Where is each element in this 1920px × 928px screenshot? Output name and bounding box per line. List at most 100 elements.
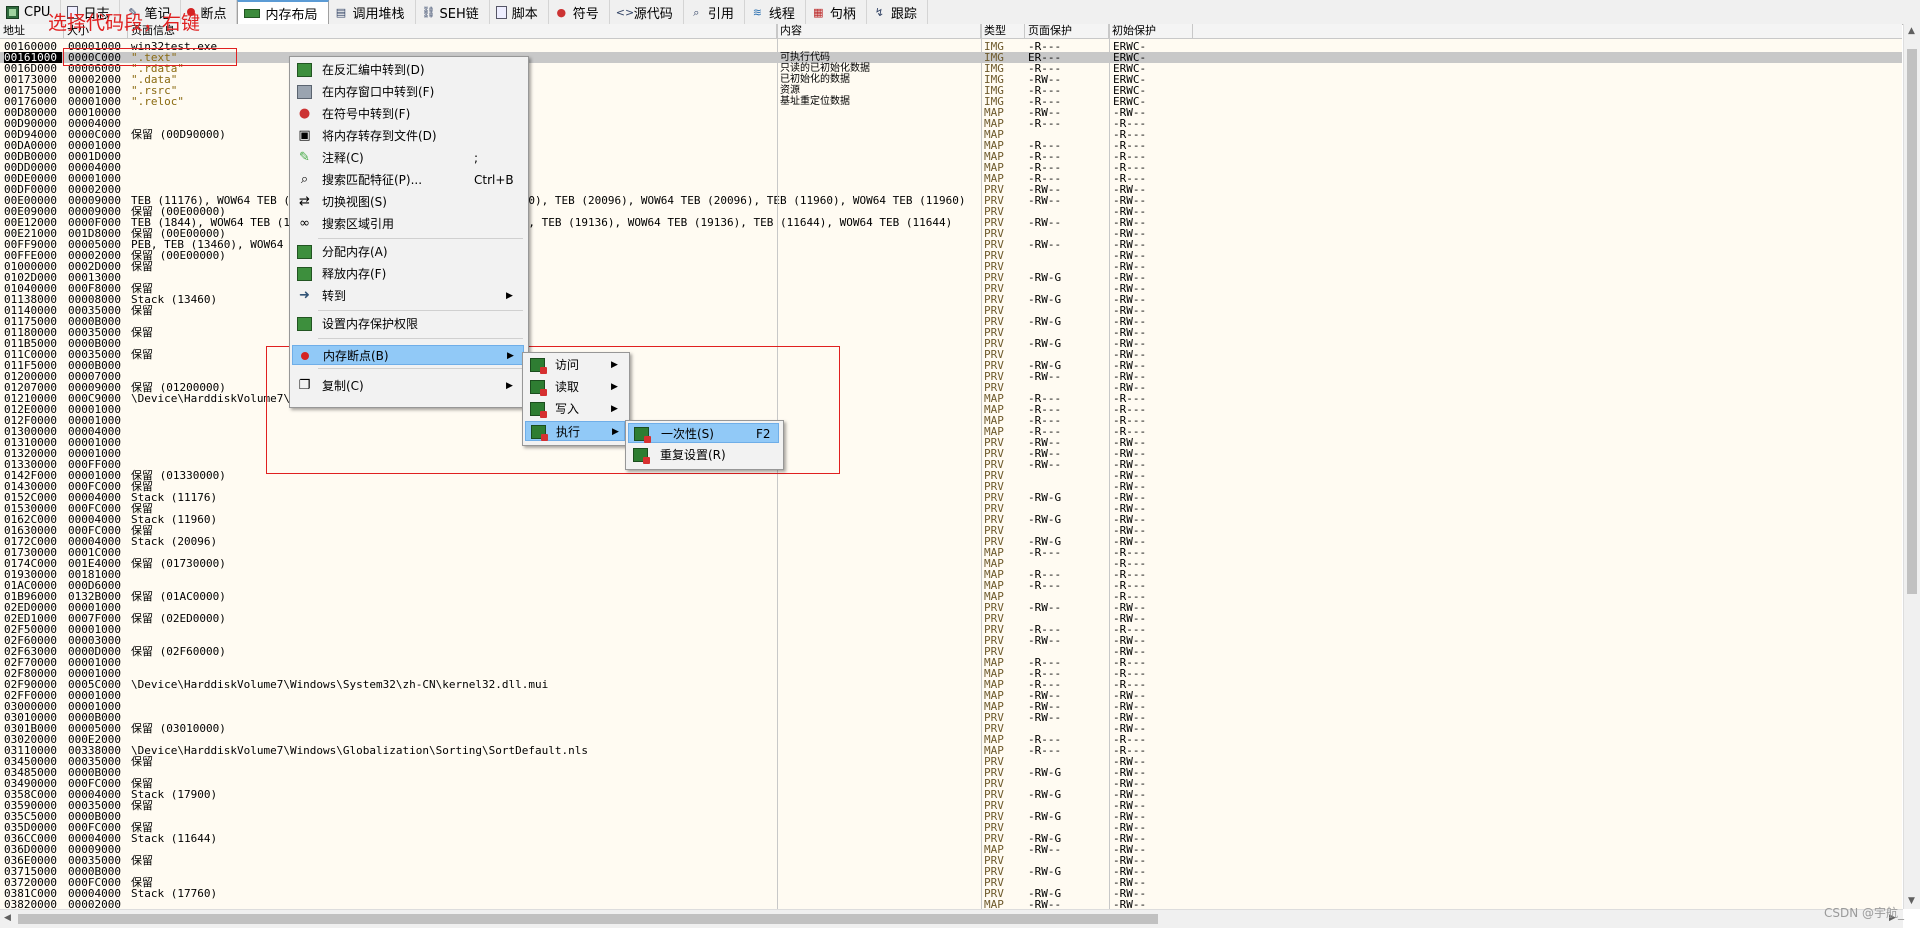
menu-find-pattern[interactable]: ⌕ 搜索匹配特征(P)... Ctrl+B	[292, 170, 524, 190]
scroll-up-icon[interactable]: ▲	[1908, 26, 1915, 36]
table-row[interactable]: 01530000 000FC000 保留 PRV -RW--	[0, 503, 1902, 514]
menu-comment[interactable]: ✎ 注释(C);	[292, 148, 524, 168]
table-row[interactable]: 035C5000 0000B000 PRV -RW-G -RW--	[0, 811, 1902, 822]
table-row[interactable]: 00176000 00001000 ".reloc" 基址重定位数据 IMG -R--- E…	[0, 96, 1902, 107]
table-row[interactable]: 01180000 00035000 保留 PRV -RW--	[0, 327, 1902, 338]
table-row[interactable]: 01040000 000F8000 保留 PRV -RW--	[0, 283, 1902, 294]
table-row[interactable]: 0358C000 00004000 Stack (17900) PRV -RW-G -RW…	[0, 789, 1902, 800]
table-row[interactable]: 036D0000 00009000 MAP -RW-- -RW--	[0, 844, 1902, 855]
horizontal-scrollbar[interactable]: ◀ ▶	[0, 909, 1903, 928]
tab-script[interactable]: 脚本	[490, 0, 549, 24]
tab-seh-chain[interactable]: ⛓ SEH链	[416, 0, 490, 24]
col-info-header[interactable]: 页面信息	[128, 24, 777, 38]
table-row[interactable]: 0152C000 00004000 Stack (11176) PRV -RW-G -RW…	[0, 492, 1902, 503]
table-row[interactable]: 02F63000 0000D000 保留 (02F60000) PRV -RW--	[0, 646, 1902, 657]
menu-bp-execute[interactable]: 执行 ▶	[525, 421, 625, 441]
table-row[interactable]: 00FF9000 00005000 PEB, TEB (13460), WOW64 …	[0, 239, 1902, 250]
table-row[interactable]: 01B96000 0132B000 保留 (01AC0000) MAP -R---	[0, 591, 1902, 602]
table-row[interactable]: 0172C000 00004000 Stack (20096) PRV -RW-G -RW…	[0, 536, 1902, 547]
table-row[interactable]: 03715000 0000B000 PRV -RW-G -RW--	[0, 866, 1902, 877]
table-row[interactable]: 01138000 00008000 Stack (13460) PRV -RW-G -RW…	[0, 294, 1902, 305]
tab-trace[interactable]: ↯ 跟踪	[867, 0, 928, 24]
table-row[interactable]: 01175000 0000B000 PRV -RW-G -RW--	[0, 316, 1902, 327]
table-row[interactable]: 00D94000 0000C000 保留 (00D90000) MAP -R---	[0, 129, 1902, 140]
table-row[interactable]: 03485000 0000B000 PRV -RW-G -RW--	[0, 767, 1902, 778]
col-initial-protection-header[interactable]: 初始保护	[1109, 24, 1193, 38]
vertical-scroll-thumb[interactable]	[1907, 49, 1917, 594]
menu-bp-access[interactable]: 访问 ▶	[525, 355, 625, 375]
menu-goto[interactable]: ➜ 转到 ▶	[292, 286, 524, 306]
table-row[interactable]: 02F50000 00001000 PRV -R--- -R---	[0, 624, 1902, 635]
menu-find-references[interactable]: ∞ 搜索区域引用	[292, 214, 524, 234]
tab-memory-map[interactable]: 内存布局	[237, 0, 329, 24]
table-row[interactable]: 03450000 00035000 保留 PRV -RW--	[0, 756, 1902, 767]
table-row[interactable]: 03490000 000FC000 保留 PRV -RW--	[0, 778, 1902, 789]
table-row[interactable]: 036CC000 00004000 Stack (11644) PRV -RW-G -RW…	[0, 833, 1902, 844]
menu-bp-execute-once[interactable]: 一次性(S) F2	[628, 423, 779, 443]
menu-free-memory[interactable]: 释放内存(F)	[292, 264, 524, 284]
table-row[interactable]: 00175000 00001000 ".rsrc" 资源 IMG -R--- ERWC-	[0, 85, 1902, 96]
memory-map-table[interactable]: 00160000 00001000 win32test.exe IMG -R--- ERW…	[0, 39, 1902, 909]
scroll-down-icon[interactable]: ▼	[1908, 896, 1915, 906]
table-row[interactable]: 03010000 0000B000 PRV -RW-- -RW--	[0, 712, 1902, 723]
col-content-header[interactable]: 内容	[777, 24, 981, 38]
table-row[interactable]: 0381C000 00004000 Stack (17760) PRV -RW-G -RW…	[0, 888, 1902, 899]
table-row[interactable]: 036E0000 00035000 保留 PRV -RW--	[0, 855, 1902, 866]
table-row[interactable]: 01930000 00181000 MAP -R--- -R---	[0, 569, 1902, 580]
table-row[interactable]: 02ED1000 0007F000 保留 (02ED0000) PRV -RW--	[0, 613, 1902, 624]
horizontal-scroll-thumb[interactable]	[18, 914, 1158, 924]
scroll-left-icon[interactable]: ◀	[4, 913, 11, 923]
table-row[interactable]: 0174C000 001E4000 保留 (01730000) MAP -R---	[0, 558, 1902, 569]
col-type-header[interactable]: 类型	[981, 24, 1025, 38]
menu-goto-symbols[interactable]: ● 在符号中转到(F)	[292, 104, 524, 124]
table-row[interactable]: 035D0000 000FC000 保留 PRV -RW--	[0, 822, 1902, 833]
menu-switch-view[interactable]: ⇄ 切换视图(S)	[292, 192, 524, 212]
menu-bp-write[interactable]: 写入 ▶	[525, 399, 625, 419]
table-row[interactable]: 00161000 0000C000 ".text" 可执行代码 IMG ER--- ERWC…	[0, 52, 1902, 63]
table-row[interactable]: 00DB0000 0001D000 MAP -R--- -R---	[0, 151, 1902, 162]
table-row[interactable]: 02ED0000 00001000 PRV -RW-- -RW--	[0, 602, 1902, 613]
menu-allocate-memory[interactable]: 分配内存(A)	[292, 242, 524, 262]
table-row[interactable]: 02F90000 0005C000 \Device\HarddiskVolume7\…	[0, 679, 1902, 690]
table-row[interactable]: 03720000 000FC000 保留 PRV -RW--	[0, 877, 1902, 888]
table-row[interactable]: 03590000 00035000 保留 PRV -RW--	[0, 800, 1902, 811]
tab-references[interactable]: ⌕ 引用	[684, 0, 745, 24]
tab-symbols[interactable]: ● 符号	[549, 0, 610, 24]
menu-bp-read[interactable]: 读取 ▶	[525, 377, 625, 397]
menu-memory-breakpoint[interactable]: 内存断点(B) ▶	[292, 345, 524, 365]
table-row[interactable]: 00DD0000 00004000 MAP -R--- -R---	[0, 162, 1902, 173]
table-row[interactable]: 02F70000 00001000 MAP -R--- -R---	[0, 657, 1902, 668]
col-protection-header[interactable]: 页面保护	[1025, 24, 1109, 38]
table-row[interactable]: 01730000 0001C000 MAP -R--- -R---	[0, 547, 1902, 558]
table-row[interactable]: 03000000 00001000 MAP -RW-- -RW--	[0, 701, 1902, 712]
table-row[interactable]: 0301B000 00005000 保留 (03010000) PRV -RW--	[0, 723, 1902, 734]
tab-source[interactable]: <> 源代码	[610, 0, 684, 24]
table-row[interactable]: 03820000 00002000 MAP -RW-- -RW--	[0, 899, 1902, 909]
tab-handles[interactable]: ▦ 句柄	[806, 0, 867, 24]
table-row[interactable]: 00FFE000 00002000 保留 (00E00000) PRV -RW--	[0, 250, 1902, 261]
table-row[interactable]: 0162C000 00004000 Stack (11960) PRV -RW-G -RW…	[0, 514, 1902, 525]
tab-threads[interactable]: ≋ 线程	[745, 0, 806, 24]
table-row[interactable]: 01630000 000FC000 保留 PRV -RW--	[0, 525, 1902, 536]
table-row[interactable]: 00173000 00002000 ".data" 已初始化的数据 IMG -RW-- ER…	[0, 74, 1902, 85]
table-row[interactable]: 00D90000 00004000 MAP -R--- -R---	[0, 118, 1902, 129]
tab-call-stack[interactable]: ▤ 调用堆栈	[329, 0, 416, 24]
table-row[interactable]: 00DE0000 00001000 MAP -R--- -R---	[0, 173, 1902, 184]
table-row[interactable]: 0102D000 00013000 PRV -RW-G -RW--	[0, 272, 1902, 283]
table-row[interactable]: 00E00000 00009000 TEB (11176), WOW64 TEB (…	[0, 195, 1902, 206]
table-row[interactable]: 00160000 00001000 win32test.exe IMG -R--- ERW…	[0, 41, 1902, 52]
table-row[interactable]: 00E12000 0000F000 TEB (1844), WOW64 TEB (1…	[0, 217, 1902, 228]
table-row[interactable]: 00D80000 00010000 MAP -RW-- -RW--	[0, 107, 1902, 118]
menu-dump-to-file[interactable]: ▣ 将内存转存到文件(D)	[292, 126, 524, 146]
vertical-scrollbar[interactable]: ▲ ▼	[1903, 24, 1920, 909]
table-row[interactable]: 03110000 00338000 \Device\HarddiskVolume7\…	[0, 745, 1902, 756]
table-row[interactable]: 01000000 0002D000 保留 PRV -RW--	[0, 261, 1902, 272]
table-row[interactable]: 02F60000 00003000 PRV -RW-- -RW--	[0, 635, 1902, 646]
menu-goto-disassembly[interactable]: 在反汇编中转到(D)	[292, 60, 524, 80]
menu-copy[interactable]: ❐ 复制(C) ▶	[292, 376, 524, 396]
menu-bp-execute-restore[interactable]: 重复设置(R)	[628, 445, 779, 465]
table-row[interactable]: 02FF0000 00001000 MAP -RW-- -RW--	[0, 690, 1902, 701]
table-row[interactable]: 00DA0000 00001000 MAP -R--- -R---	[0, 140, 1902, 151]
table-row[interactable]: 01140000 00035000 保留 PRV -RW--	[0, 305, 1902, 316]
menu-goto-dump[interactable]: 在内存窗口中转到(F)	[292, 82, 524, 102]
